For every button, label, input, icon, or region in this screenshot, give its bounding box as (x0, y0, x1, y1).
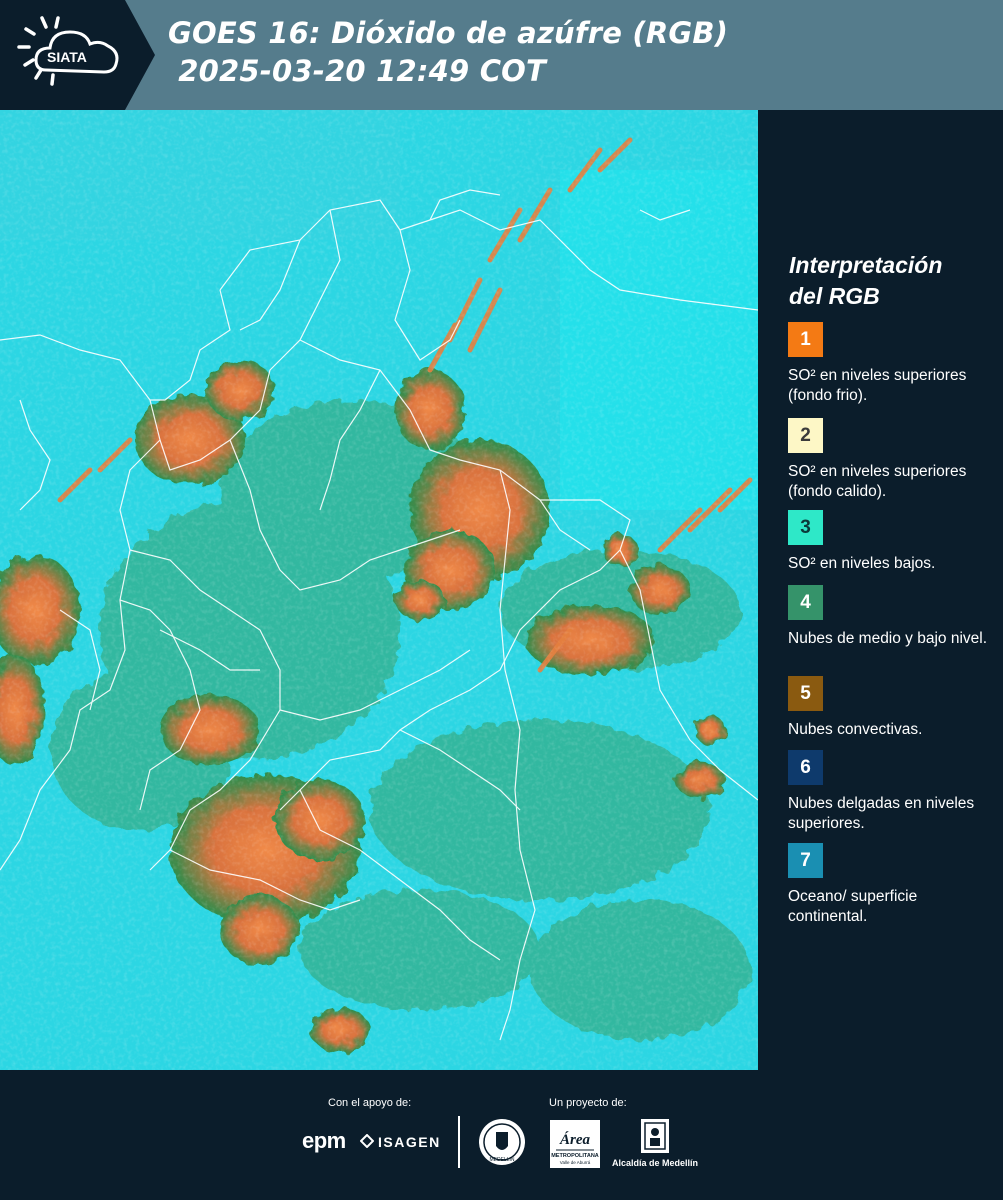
legend-item-4: 4 Nubes de medio y bajo nivel. (788, 585, 988, 649)
alcaldia-text: Alcaldía de Medellín (612, 1158, 699, 1168)
title-line-2: 2025-03-20 12:49 COT (168, 54, 547, 88)
area-main-text: Área (559, 1131, 591, 1148)
isagen-logo: ISAGEN (378, 1134, 441, 1150)
siata-logo-text: SIATA (47, 49, 87, 65)
medellin-seal-icon: MEDELLIN (479, 1119, 525, 1165)
header-bar: SIATA GOES 16: Dióxido de azúfre (RGB) 2… (0, 0, 1003, 110)
legend-item-3: 3 SO² en niveles bajos. (788, 510, 988, 574)
legend-desc-1: SO² en niveles superiores (fondo frio). (788, 367, 967, 404)
page: SIATA GOES 16: Dióxido de azúfre (RGB) 2… (0, 0, 1003, 1200)
legend-item-6: 6 Nubes delgadas en niveles superiores. (788, 750, 988, 834)
legend-swatch-4: 4 (788, 585, 823, 620)
alcaldia-shield-icon (641, 1119, 669, 1153)
legend-item-1: 1 SO² en niveles superiores (fondo frio)… (788, 322, 988, 406)
seal-text: MEDELLIN (489, 1157, 514, 1163)
page-title: GOES 16: Dióxido de azúfre (RGB) 2025-03… (168, 14, 728, 90)
area-sub2-text: Valle de Aburrá (560, 1160, 591, 1165)
legend-desc-6: Nubes delgadas en niveles superiores. (788, 795, 975, 832)
legend-title-line-1: Interpretación (789, 252, 943, 278)
legend-swatch-6: 6 (788, 750, 823, 785)
legend-desc-7: Oceano/ superficie continental. (788, 888, 918, 925)
footer-divider (458, 1116, 460, 1168)
legend-swatch-2: 2 (788, 418, 823, 453)
legend-swatch-3: 3 (788, 510, 823, 545)
legend-title-line-2: del RGB (789, 283, 880, 309)
legend-swatch-1: 1 (788, 322, 823, 357)
satellite-map[interactable] (0, 110, 758, 1070)
legend-swatch-5: 5 (788, 676, 823, 711)
title-line-1: GOES 16: Dióxido de azúfre (RGB) (168, 16, 729, 50)
legend-desc-5: Nubes convectivas. (788, 721, 923, 738)
legend-desc-4: Nubes de medio y bajo nivel. (788, 630, 988, 647)
siata-logo: SIATA (0, 0, 155, 110)
legend-desc-2: SO² en niveles superiores (fondo calido)… (788, 463, 967, 500)
satellite-image (0, 110, 758, 1070)
legend-panel: Interpretación del RGB 1 SO² en niveles … (760, 110, 1003, 1070)
support-label: Con el apoyo de: (328, 1097, 412, 1109)
legend-desc-3: SO² en niveles bajos. (788, 555, 936, 572)
legend-swatch-7: 7 (788, 843, 823, 878)
project-label: Un proyecto de: (549, 1097, 627, 1109)
area-sub-text: METROPOLITANA (551, 1153, 599, 1159)
legend-item-2: 2 SO² en niveles superiores (fondo calid… (788, 418, 988, 502)
legend-item-7: 7 Oceano/ superficie continental. (788, 843, 988, 927)
legend-item-5: 5 Nubes convectivas. (788, 676, 988, 740)
epm-logo: epm (302, 1128, 346, 1153)
area-metropolitana-logo: Área METROPOLITANA Valle de Aburrá (550, 1120, 600, 1168)
isagen-mark-icon (360, 1134, 374, 1148)
footer: Con el apoyo de: Un proyecto de: epm ISA… (0, 1070, 1003, 1200)
legend-title: Interpretación del RGB (789, 250, 942, 312)
